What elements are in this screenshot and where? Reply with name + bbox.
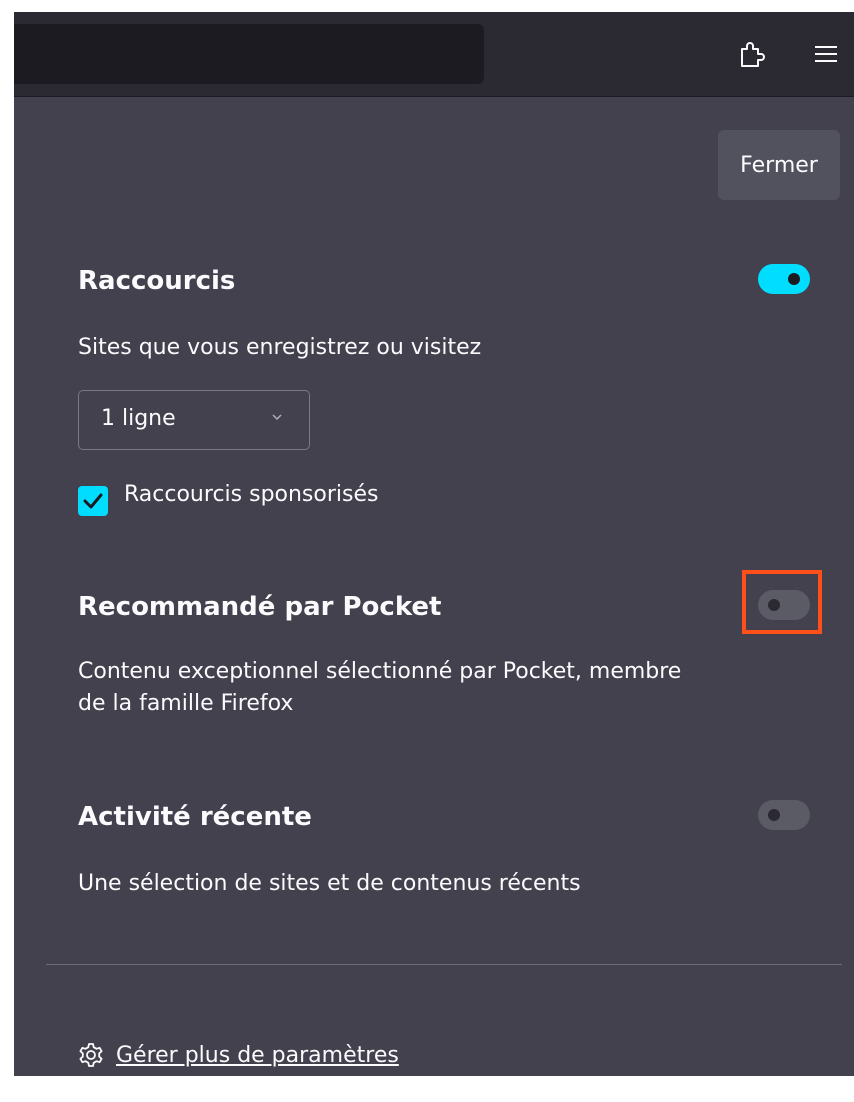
recent-activity-description: Une sélection de sites et de contenus ré…: [78, 871, 581, 896]
shortcuts-toggle[interactable]: [758, 264, 810, 294]
pocket-description-line-2: de la famille Firefox: [78, 691, 294, 716]
manage-settings-link[interactable]: Gérer plus de paramètres: [116, 1043, 399, 1068]
shortcuts-description: Sites que vous enregistrez ou visitez: [78, 335, 482, 360]
divider: [46, 964, 842, 965]
hamburger-menu-icon: [815, 46, 837, 62]
customize-panel-window: Fermer Raccourcis Sites que vous enregis…: [14, 12, 854, 1076]
sponsored-shortcuts-checkbox[interactable]: [78, 486, 108, 516]
pocket-description-line-1: Contenu exceptionnel sélectionné par Poc…: [78, 659, 682, 684]
pocket-title: Recommandé par Pocket: [78, 592, 442, 622]
recent-activity-toggle[interactable]: [758, 800, 810, 830]
shortcuts-rows-select[interactable]: 1 ligne: [78, 390, 310, 450]
close-button[interactable]: Fermer: [718, 130, 840, 200]
sponsored-shortcuts-label[interactable]: Raccourcis sponsorisés: [124, 482, 378, 507]
gear-icon: [79, 1043, 103, 1067]
chevron-down-icon: [272, 414, 282, 421]
manage-settings-row[interactable]: Gérer plus de paramètres: [78, 1038, 399, 1072]
shortcuts-title: Raccourcis: [78, 266, 236, 296]
rows-select-value: 1 ligne: [101, 406, 176, 431]
extensions-icon: [741, 42, 765, 67]
toggle-knob: [768, 809, 780, 821]
app-menu-button[interactable]: [806, 32, 846, 76]
toggle-knob: [788, 273, 800, 285]
recent-activity-title: Activité récente: [78, 802, 312, 832]
pocket-description: Contenu exceptionnel sélectionné par Poc…: [78, 656, 681, 720]
url-bar[interactable]: [14, 24, 484, 84]
checkmark-icon: [83, 493, 103, 509]
browser-toolbar: [14, 12, 854, 97]
extensions-button[interactable]: [732, 32, 772, 76]
highlight-annotation: [742, 570, 822, 634]
